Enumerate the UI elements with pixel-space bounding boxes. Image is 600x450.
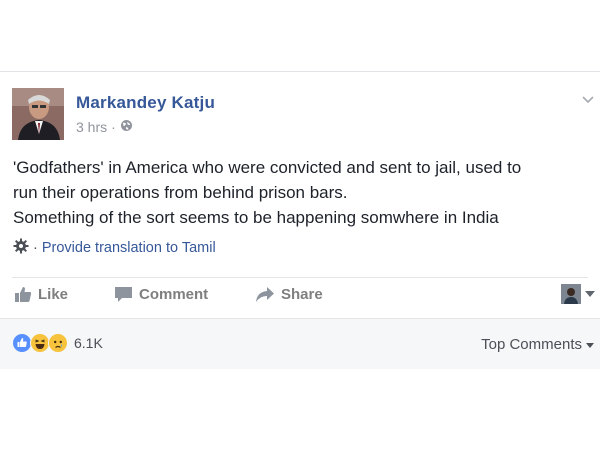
action-bar: Like Comment Share [12,286,588,308]
post-body-line: run their operations from behind prison … [13,183,348,202]
post-timestamp[interactable]: 3 hrs [76,119,107,135]
top-comments-dropdown[interactable]: Top Comments [481,336,594,353]
caret-down-icon [585,285,595,303]
post-as-selector[interactable] [561,284,595,304]
caret-down-icon [586,336,594,353]
share-arrow-icon [255,286,275,303]
thumbs-up-icon [14,286,32,303]
like-reaction-icon [12,333,32,353]
haha-reaction-icon [30,333,50,353]
like-label: Like [38,286,69,303]
post-options-chevron-icon[interactable] [582,92,594,104]
reaction-count: 6.1K [74,335,103,351]
sort-label: Top Comments [481,336,582,353]
like-button[interactable]: Like [14,286,68,303]
provide-translation-link[interactable]: Provide translation to Tamil [42,240,216,256]
author-avatar[interactable] [12,88,64,140]
reactions-summary[interactable]: 6.1K [12,333,103,353]
divider [12,277,588,278]
post-body-line: Something of the sort seems to be happen… [13,208,499,227]
comment-label: Comment [139,286,209,303]
author-name[interactable]: Markandey Katju [76,93,215,113]
sad-reaction-icon [48,333,68,353]
share-button[interactable]: Share [255,286,323,303]
post-card: Markandey Katju 3 hrs · 'Godfathers' in … [0,71,600,369]
globe-icon [120,119,133,135]
translation-separator: · [33,240,38,256]
comment-button[interactable]: Comment [114,286,208,303]
post-body-line: 'Godfathers' in America who were convict… [13,158,522,177]
viewer-avatar [561,284,581,304]
reactions-footer: 6.1K Top Comments [0,318,600,369]
translation-row: · Provide translation to Tamil [13,238,216,258]
meta-separator: · [111,119,116,135]
post-body: 'Godfathers' in America who were convict… [13,155,593,230]
comment-icon [114,286,133,303]
post-meta: 3 hrs · [76,119,133,135]
share-label: Share [281,286,323,303]
gear-icon [13,238,29,258]
